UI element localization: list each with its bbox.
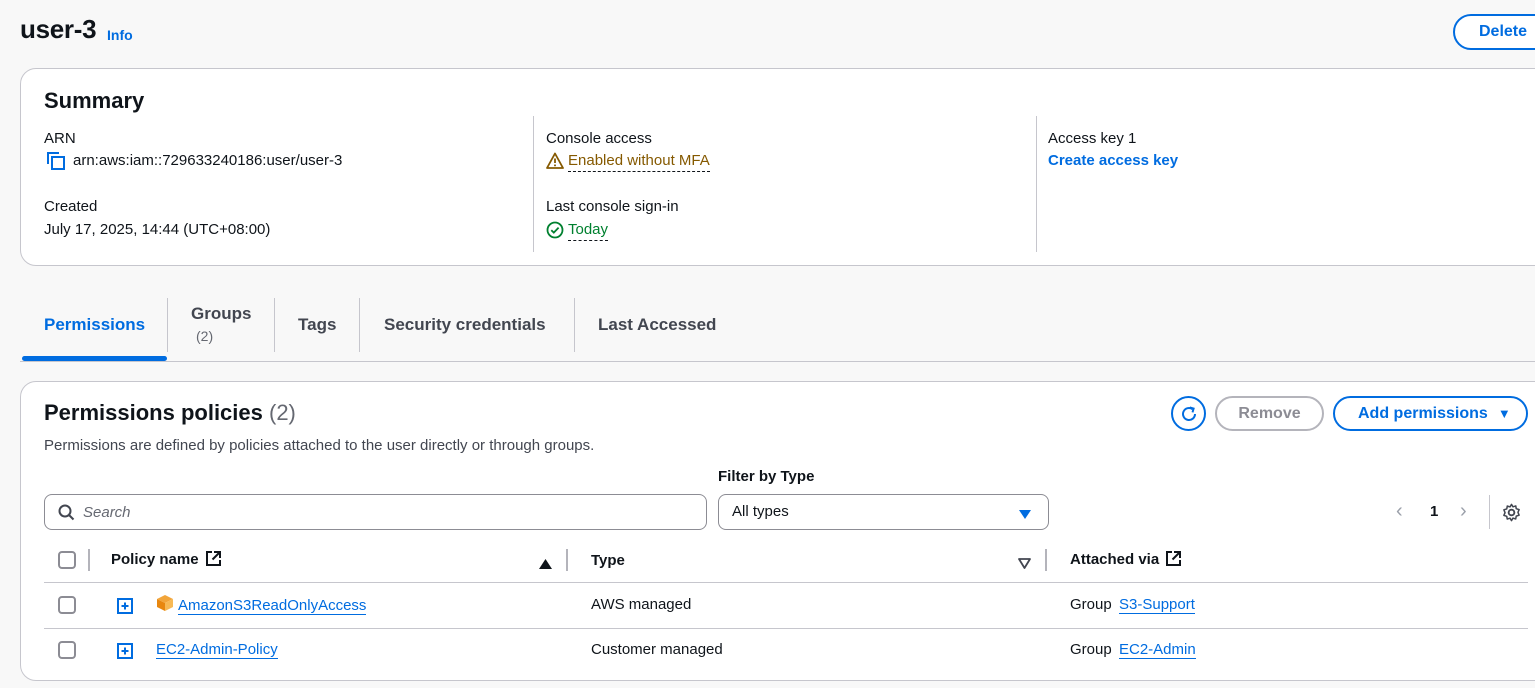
- external-link-icon: [205, 550, 222, 571]
- warning-icon: [546, 152, 564, 170]
- arn-value: arn:aws:iam::729633240186:user/user-3: [73, 152, 343, 169]
- previous-page-icon[interactable]: ‹: [1396, 500, 1403, 523]
- search-input[interactable]: [83, 501, 683, 523]
- search-box[interactable]: [44, 494, 707, 530]
- tab-divider: [574, 298, 575, 352]
- tab-permissions[interactable]: Permissions: [44, 315, 145, 335]
- access-key-label: Access key 1: [1048, 130, 1137, 147]
- column-header-attached-via[interactable]: Attached via: [1070, 550, 1182, 571]
- policy-name-header-label: Policy name: [111, 551, 199, 568]
- pager-divider: [1489, 495, 1490, 529]
- attached-via-prefix: Group: [1070, 641, 1112, 658]
- filter-type-value: All types: [732, 503, 789, 520]
- check-circle-icon: [546, 221, 564, 239]
- policy-name-link[interactable]: AmazonS3ReadOnlyAccess: [178, 597, 367, 615]
- caret-down-icon: ▼: [1497, 405, 1511, 421]
- console-access-label: Console access: [546, 130, 652, 147]
- sort-ascending-icon[interactable]: [539, 556, 552, 574]
- add-permissions-button[interactable]: Add permissions ▼: [1333, 396, 1528, 431]
- column-divider: [1036, 116, 1037, 252]
- console-access-status[interactable]: Enabled without MFA: [568, 152, 710, 172]
- expand-plus-icon[interactable]: [117, 643, 133, 659]
- row-checkbox[interactable]: [58, 641, 76, 659]
- permissions-title-text: Permissions policies: [44, 400, 263, 425]
- policy-name-link[interactable]: EC2-Admin-Policy: [156, 641, 278, 659]
- tab-divider: [274, 298, 275, 352]
- attached-via-header-label: Attached via: [1070, 551, 1160, 568]
- search-icon: [58, 504, 75, 526]
- column-divider: [566, 549, 568, 571]
- permissions-count: (2): [269, 400, 296, 425]
- policy-type: AWS managed: [591, 596, 692, 613]
- page-title: user-3: [20, 14, 97, 44]
- permissions-description: Permissions are defined by policies atta…: [44, 437, 595, 454]
- tab-divider: [359, 298, 360, 352]
- permissions-title: Permissions policies (2): [44, 400, 296, 426]
- column-header-policy-name[interactable]: Policy name: [111, 550, 222, 571]
- column-divider: [1045, 549, 1047, 571]
- aws-managed-policy-icon: [156, 594, 174, 617]
- expand-plus-icon[interactable]: [117, 598, 133, 614]
- attached-via-group-link[interactable]: EC2-Admin: [1119, 641, 1196, 659]
- last-signin-value[interactable]: Today: [568, 221, 609, 241]
- select-all-checkbox[interactable]: [58, 551, 76, 569]
- last-signin-label: Last console sign-in: [546, 198, 679, 215]
- column-divider: [533, 116, 534, 252]
- delete-button[interactable]: Delete: [1453, 14, 1535, 50]
- gear-icon[interactable]: [1502, 503, 1521, 527]
- tab-groups[interactable]: Groups: [191, 304, 251, 324]
- tabs-baseline: [20, 361, 1535, 362]
- created-label: Created: [44, 198, 98, 215]
- refresh-icon: [1180, 405, 1198, 426]
- created-value: July 17, 2025, 14:44 (UTC+08:00): [44, 221, 271, 238]
- caret-down-icon: [1019, 507, 1031, 525]
- create-access-key-link[interactable]: Create access key: [1048, 152, 1178, 169]
- refresh-button[interactable]: [1171, 396, 1206, 431]
- row-divider: [44, 628, 1528, 629]
- attached-via-group-link[interactable]: S3-Support: [1119, 596, 1195, 614]
- arn-label: ARN: [44, 130, 76, 147]
- filter-type-select[interactable]: All types: [718, 494, 1049, 530]
- filter-by-type-label: Filter by Type: [718, 468, 815, 485]
- tab-tags[interactable]: Tags: [298, 315, 336, 335]
- tab-security-credentials[interactable]: Security credentials: [384, 315, 546, 335]
- current-page[interactable]: 1: [1430, 503, 1438, 520]
- tab-last-accessed[interactable]: Last Accessed: [598, 315, 716, 335]
- tab-groups-count: (2): [196, 328, 214, 344]
- sort-icon[interactable]: [1018, 556, 1031, 574]
- table-header-divider: [44, 582, 1528, 583]
- add-permissions-label: Add permissions: [1358, 404, 1488, 422]
- summary-title: Summary: [44, 88, 145, 113]
- policy-type: Customer managed: [591, 641, 723, 658]
- column-divider: [88, 549, 90, 571]
- attached-via-prefix: Group: [1070, 596, 1112, 613]
- tab-divider: [167, 298, 168, 352]
- column-header-type[interactable]: Type: [591, 552, 625, 569]
- external-link-icon: [1165, 550, 1182, 571]
- next-page-icon[interactable]: ›: [1460, 500, 1467, 523]
- remove-button[interactable]: Remove: [1215, 396, 1324, 431]
- info-link[interactable]: Info: [107, 27, 133, 43]
- row-checkbox[interactable]: [58, 596, 76, 614]
- copy-icon[interactable]: [46, 151, 66, 171]
